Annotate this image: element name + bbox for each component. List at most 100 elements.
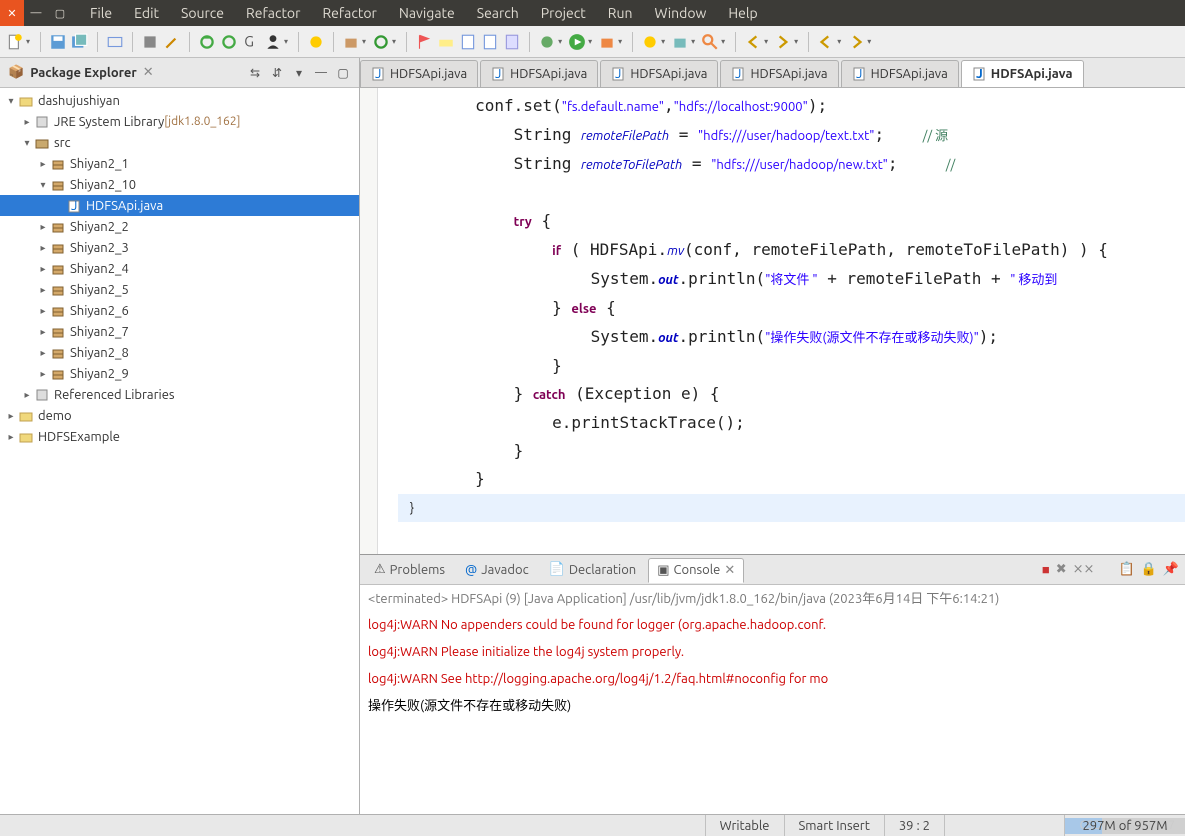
- cursor-position: 39 : 2: [884, 815, 944, 836]
- open-type-icon[interactable]: [307, 33, 325, 51]
- highlight-icon[interactable]: [437, 33, 455, 51]
- collapse-icon[interactable]: ⇆: [247, 65, 263, 81]
- editor-tab[interactable]: JHDFSApi.java: [480, 60, 598, 87]
- main-toolbar: ▾ G ▾ ▾ ▾ ▾ ▾ ▾ ▾ ▾ ▾ ▾ ▾ ▾ ▾: [0, 26, 1185, 58]
- prev-annotation-icon[interactable]: [744, 33, 762, 51]
- editor-tabs: JHDFSApi.javaJHDFSApi.javaJHDFSApi.javaJ…: [360, 58, 1185, 88]
- next-annotation-icon[interactable]: [774, 33, 792, 51]
- remove-all-icon[interactable]: ⨯⨯: [1073, 562, 1095, 577]
- refresh2-icon[interactable]: [220, 33, 238, 51]
- wand-icon[interactable]: [163, 33, 181, 51]
- tree-item[interactable]: ▸Shiyan2_2: [0, 216, 359, 237]
- clear-console-icon[interactable]: 📋: [1118, 562, 1134, 577]
- problems-tab[interactable]: ⚠Problems: [366, 558, 453, 581]
- editor-tab[interactable]: JHDFSApi.java: [600, 60, 718, 87]
- package-icon[interactable]: [342, 33, 360, 51]
- svg-text:J: J: [735, 67, 741, 81]
- close-view-icon[interactable]: ✕: [143, 65, 154, 80]
- bookmark-icon[interactable]: [503, 33, 521, 51]
- console-header: <terminated> HDFSApi (9) [Java Applicati…: [360, 585, 1185, 610]
- terminate-icon[interactable]: ■: [1042, 562, 1050, 577]
- editor-tab[interactable]: JHDFSApi.java: [961, 60, 1084, 87]
- declaration-tab[interactable]: 📄Declaration: [541, 558, 645, 581]
- svg-text:G: G: [244, 33, 254, 50]
- console-output[interactable]: log4j:WARN No appenders could be found f…: [360, 610, 1185, 814]
- refresh-icon[interactable]: [198, 33, 216, 51]
- javadoc-tab[interactable]: @Javadoc: [457, 559, 537, 581]
- memory-status[interactable]: 297M of 957M: [1064, 815, 1185, 836]
- toggle-icon[interactable]: [106, 33, 124, 51]
- new-icon[interactable]: [6, 33, 24, 51]
- editor-tab[interactable]: JHDFSApi.java: [360, 60, 478, 87]
- menu-edit[interactable]: Edit: [124, 1, 169, 25]
- tree-item[interactable]: ▸Shiyan2_3: [0, 237, 359, 258]
- window-maximize-button[interactable]: ▢: [48, 0, 72, 26]
- tree-item[interactable]: ▸HDFSExample: [0, 426, 359, 447]
- svg-text:J: J: [856, 67, 862, 81]
- pin-console-icon[interactable]: 📌: [1163, 562, 1179, 577]
- tree-item[interactable]: ▾Shiyan2_10: [0, 174, 359, 195]
- back-icon[interactable]: [817, 33, 835, 51]
- menu-help[interactable]: Help: [718, 1, 767, 25]
- tree-item[interactable]: ▸Shiyan2_9: [0, 363, 359, 384]
- remove-launch-icon[interactable]: ✖: [1056, 562, 1067, 577]
- statusbar: Writable Smart Insert 39 : 2 297M of 957…: [0, 814, 1185, 836]
- menu-run[interactable]: Run: [598, 1, 643, 25]
- package-explorer-panel: 📦 Package Explorer ✕ ⇆ ⇵ ▾ — ▢ ▾dashujus…: [0, 58, 360, 814]
- console-tab[interactable]: ▣Console ✕: [648, 558, 744, 583]
- menubar: FileEditSourceRefactorRefactorNavigateSe…: [72, 0, 768, 26]
- cycle-icon[interactable]: [372, 33, 390, 51]
- new-pkg-icon[interactable]: [671, 33, 689, 51]
- tree-item[interactable]: ▸Referenced Libraries: [0, 384, 359, 405]
- debug-icon[interactable]: [538, 33, 556, 51]
- window-close-button[interactable]: ✕: [0, 0, 24, 26]
- code-editor[interactable]: conf.set("fs.default.name","hdfs://local…: [360, 88, 1185, 554]
- menu-refactor[interactable]: Refactor: [312, 1, 386, 25]
- scroll-lock-icon[interactable]: 🔒: [1141, 562, 1157, 577]
- tree-item[interactable]: ▸Shiyan2_1: [0, 153, 359, 174]
- type-icon[interactable]: G: [242, 33, 260, 51]
- flag-icon[interactable]: [415, 33, 433, 51]
- menu-file[interactable]: File: [80, 1, 122, 25]
- minimize-icon[interactable]: —: [313, 65, 329, 81]
- link-editor-icon[interactable]: ⇵: [269, 65, 285, 81]
- editor-tab[interactable]: JHDFSApi.java: [720, 60, 838, 87]
- menu-search[interactable]: Search: [467, 1, 529, 25]
- menu-source[interactable]: Source: [171, 1, 234, 25]
- tree-item[interactable]: ▾dashujushiyan: [0, 90, 359, 111]
- menu-navigate[interactable]: Navigate: [389, 1, 465, 25]
- view-menu-icon[interactable]: ▾: [291, 65, 307, 81]
- svg-text:J: J: [375, 67, 381, 81]
- editor-tab[interactable]: JHDFSApi.java: [841, 60, 959, 87]
- menu-project[interactable]: Project: [531, 1, 596, 25]
- tree-item[interactable]: JHDFSApi.java: [0, 195, 359, 216]
- tree-item[interactable]: ▸Shiyan2_5: [0, 279, 359, 300]
- menu-refactor[interactable]: Refactor: [236, 1, 310, 25]
- forward-icon[interactable]: [847, 33, 865, 51]
- maximize-icon[interactable]: ▢: [335, 65, 351, 81]
- tree-item[interactable]: ▾src: [0, 132, 359, 153]
- tree-item[interactable]: ▸Shiyan2_6: [0, 300, 359, 321]
- task-icon[interactable]: [459, 33, 477, 51]
- save-all-icon[interactable]: [71, 33, 89, 51]
- user-icon[interactable]: [264, 33, 282, 51]
- save-icon[interactable]: [49, 33, 67, 51]
- tree-item[interactable]: ▸Shiyan2_7: [0, 321, 359, 342]
- build-icon[interactable]: [141, 33, 159, 51]
- window-minimize-button[interactable]: —: [24, 0, 48, 26]
- package-tree[interactable]: ▾dashujushiyan▸JRE System Library [jdk1.…: [0, 88, 359, 814]
- svg-text:J: J: [495, 67, 501, 81]
- window-titlebar: ✕ — ▢ FileEditSourceRefactorRefactorNavi…: [0, 0, 1185, 26]
- tree-item[interactable]: ▸Shiyan2_4: [0, 258, 359, 279]
- writable-status: Writable: [705, 815, 784, 836]
- menu-window[interactable]: Window: [645, 1, 717, 25]
- search-icon[interactable]: [701, 33, 719, 51]
- tree-item[interactable]: ▸Shiyan2_8: [0, 342, 359, 363]
- ext-tools-icon[interactable]: [598, 33, 616, 51]
- task2-icon[interactable]: [481, 33, 499, 51]
- run-icon[interactable]: [568, 33, 586, 51]
- tree-item[interactable]: ▸demo: [0, 405, 359, 426]
- new-class-icon[interactable]: [641, 33, 659, 51]
- tree-item[interactable]: ▸JRE System Library [jdk1.8.0_162]: [0, 111, 359, 132]
- insert-mode-status: Smart Insert: [784, 815, 884, 836]
